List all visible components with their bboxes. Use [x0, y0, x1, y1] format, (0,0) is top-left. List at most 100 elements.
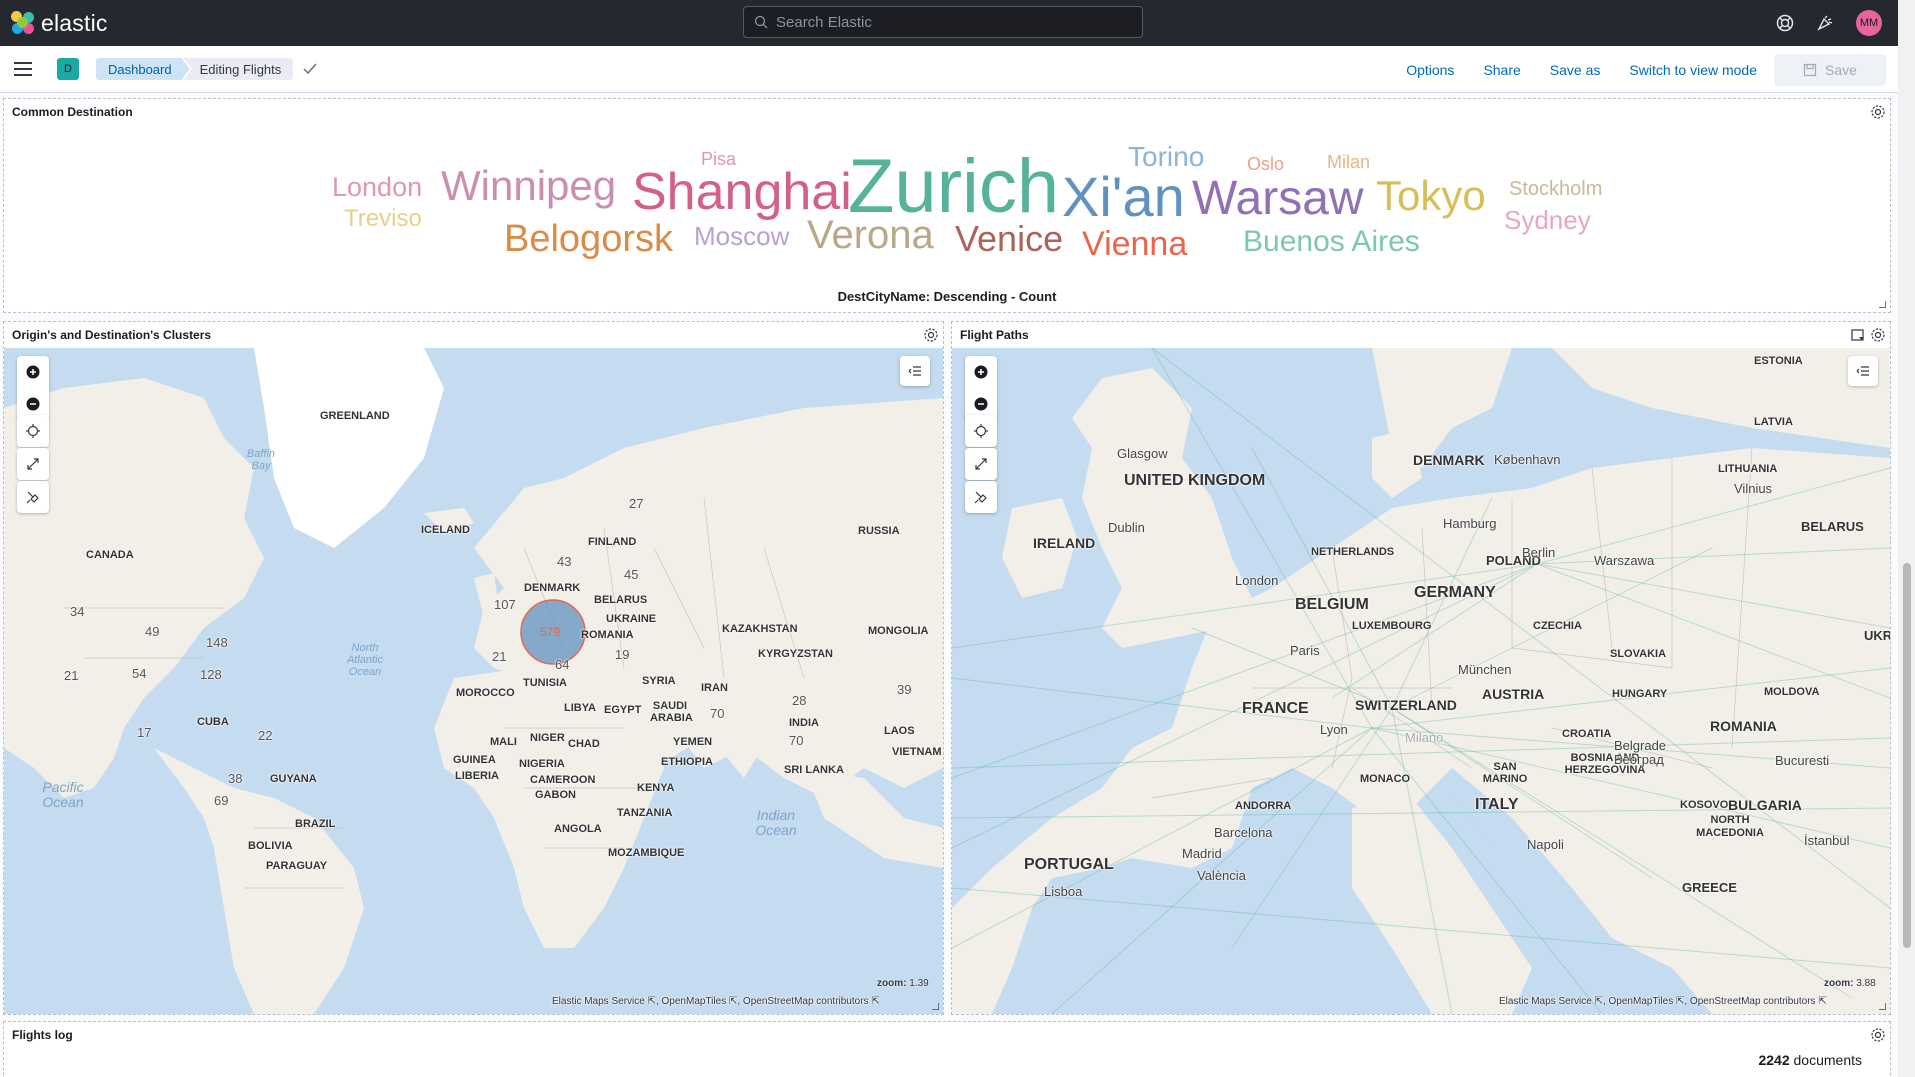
city-label: Paris	[1290, 643, 1320, 658]
locate-icon[interactable]	[965, 415, 997, 447]
word-cloud-word[interactable]: Warsaw	[1192, 175, 1364, 223]
zoom-level: zoom: 1.39	[877, 978, 929, 989]
legend-toggle[interactable]	[1848, 356, 1878, 386]
map-label: BELGIUM	[1295, 596, 1369, 613]
expand-icon[interactable]	[17, 448, 49, 480]
map-label: LIBYA	[564, 702, 596, 714]
locate-icon[interactable]	[17, 415, 49, 447]
options-button[interactable]: Options	[1406, 62, 1454, 78]
map-attribution: Elastic Maps Service ⇱, OpenMapTiles ⇱, …	[552, 996, 880, 1007]
word-cloud-word[interactable]: Buenos Aires	[1243, 227, 1420, 257]
map-label: INDIA	[789, 717, 819, 729]
page-scrollbar-thumb[interactable]	[1903, 563, 1911, 948]
map-label: CANADA	[86, 549, 134, 561]
world-landmass	[4, 348, 943, 1014]
panel-clusters-map: Origin's and Destination's Clusters GREE…	[3, 321, 944, 1015]
newsfeed-icon[interactable]	[1816, 14, 1834, 32]
map-label: MOROCCO	[456, 687, 515, 699]
global-search[interactable]	[743, 6, 1143, 38]
word-cloud-word[interactable]: Verona	[807, 215, 934, 255]
elastic-logo-icon	[11, 11, 35, 35]
word-cloud-word[interactable]: Treviso	[344, 207, 422, 231]
save-button[interactable]: Save	[1774, 53, 1886, 86]
share-button[interactable]: Share	[1483, 62, 1520, 78]
map-label: GABON	[535, 789, 576, 801]
map-label: NORTH MACEDONIA	[1696, 814, 1764, 839]
word-cloud-word[interactable]: Xi'an	[1062, 169, 1185, 225]
map-label: BRAZIL	[295, 818, 336, 830]
cluster-count: 19	[615, 647, 630, 662]
user-avatar[interactable]: MM	[1856, 10, 1882, 36]
panel-resize-handle[interactable]	[1879, 1003, 1886, 1010]
panel-resize-handle[interactable]	[932, 1003, 939, 1010]
map-label: GERMANY	[1414, 584, 1496, 601]
gear-icon[interactable]	[1870, 327, 1886, 343]
word-cloud-word[interactable]: Tokyo	[1376, 175, 1486, 217]
word-cloud-word[interactable]: Winnipeg	[441, 165, 616, 207]
city-label: Warszawa	[1594, 553, 1655, 568]
map-tool-controls	[965, 415, 997, 447]
search-icon	[754, 15, 768, 29]
gear-icon[interactable]	[1870, 1027, 1886, 1043]
map-label: SAUDI ARABIA	[650, 700, 693, 725]
city-label: Bucuresti	[1775, 753, 1830, 768]
word-cloud-word[interactable]: Torino	[1128, 143, 1204, 171]
map-label: ITALY	[1475, 796, 1519, 813]
expand-icon[interactable]	[965, 448, 997, 480]
city-label: València	[1197, 868, 1246, 883]
word-cloud-word[interactable]: Vienna	[1082, 227, 1187, 261]
tools-icon[interactable]	[965, 481, 997, 513]
map-label: NIGER	[530, 732, 565, 744]
ocean-label: Indian Ocean	[755, 807, 797, 839]
city-label: Vilnius	[1734, 481, 1773, 496]
word-cloud-word[interactable]: Pisa	[701, 150, 736, 168]
search-input[interactable]	[776, 13, 1116, 31]
flight-paths-map-canvas[interactable]: ESTONIA LATVIA DENMARK LITHUANIA UNITED …	[952, 348, 1890, 1014]
panel-resize-handle[interactable]	[1879, 301, 1886, 308]
gear-icon[interactable]	[923, 327, 939, 343]
word-cloud-word[interactable]: Milan	[1327, 153, 1370, 171]
check-icon	[303, 63, 317, 75]
attribution-link[interactable]: OpenStreetMap contributors	[743, 996, 869, 1007]
word-cloud-axis-label: DestCityName: Descending - Count	[837, 289, 1057, 304]
clusters-map-canvas[interactable]: GREENLAND ICELAND FINLAND RUSSIA DENMARK…	[4, 348, 943, 1014]
attribution-link[interactable]: OpenStreetMap contributors	[1690, 996, 1816, 1007]
legend-toggle[interactable]	[900, 356, 930, 386]
map-label: UKRA	[1864, 628, 1890, 643]
word-cloud-word[interactable]: Venice	[955, 221, 1063, 257]
map-label: KENYA	[637, 782, 675, 794]
word-cloud-word[interactable]: Oslo	[1247, 155, 1284, 173]
elastic-logo[interactable]: elastic	[11, 10, 108, 37]
attribution-link[interactable]: OpenMapTiles	[662, 996, 727, 1007]
menu-toggle-icon[interactable]	[14, 62, 32, 76]
word-cloud-word[interactable]: Sydney	[1504, 207, 1591, 233]
attribution-link[interactable]: OpenMapTiles	[1609, 996, 1674, 1007]
tools-icon[interactable]	[17, 481, 49, 513]
cluster-count: 69	[214, 793, 229, 808]
word-cloud-word[interactable]: London	[332, 174, 422, 201]
map-label: FRANCE	[1242, 700, 1309, 717]
word-cloud: Zurich Xi'an Shanghai Warsaw Winnipeg To…	[4, 99, 1890, 312]
attribution-link[interactable]: Elastic Maps Service	[1499, 996, 1592, 1007]
map-label: NETHERLANDS	[1311, 546, 1395, 558]
zoom-in-icon[interactable]	[17, 356, 49, 388]
word-cloud-word[interactable]: Moscow	[694, 223, 789, 249]
switch-to-view-mode-button[interactable]: Switch to view mode	[1629, 62, 1757, 78]
city-label: München	[1458, 662, 1512, 677]
cluster-bubble-count[interactable]: 579	[540, 625, 560, 639]
filter-icon[interactable]	[1850, 327, 1866, 343]
brand-name: elastic	[41, 9, 108, 36]
attribution-link[interactable]: Elastic Maps Service	[552, 996, 645, 1007]
zoom-in-icon[interactable]	[965, 356, 997, 388]
word-cloud-word[interactable]: Belogorsk	[504, 220, 673, 258]
space-avatar[interactable]: D	[57, 58, 79, 80]
map-label: KAZAKHSTAN	[722, 623, 798, 635]
save-as-button[interactable]: Save as	[1550, 62, 1601, 78]
map-label: GUYANA	[270, 773, 317, 785]
map-label: ANDORRA	[1235, 800, 1292, 812]
map-attribution: Elastic Maps Service ⇱, OpenMapTiles ⇱, …	[1499, 996, 1827, 1007]
breadcrumb-dashboard[interactable]: Dashboard	[96, 58, 190, 80]
word-cloud-word[interactable]: Stockholm	[1509, 179, 1602, 199]
help-icon[interactable]	[1776, 14, 1794, 32]
word-cloud-word[interactable]: Shanghai	[632, 166, 852, 218]
